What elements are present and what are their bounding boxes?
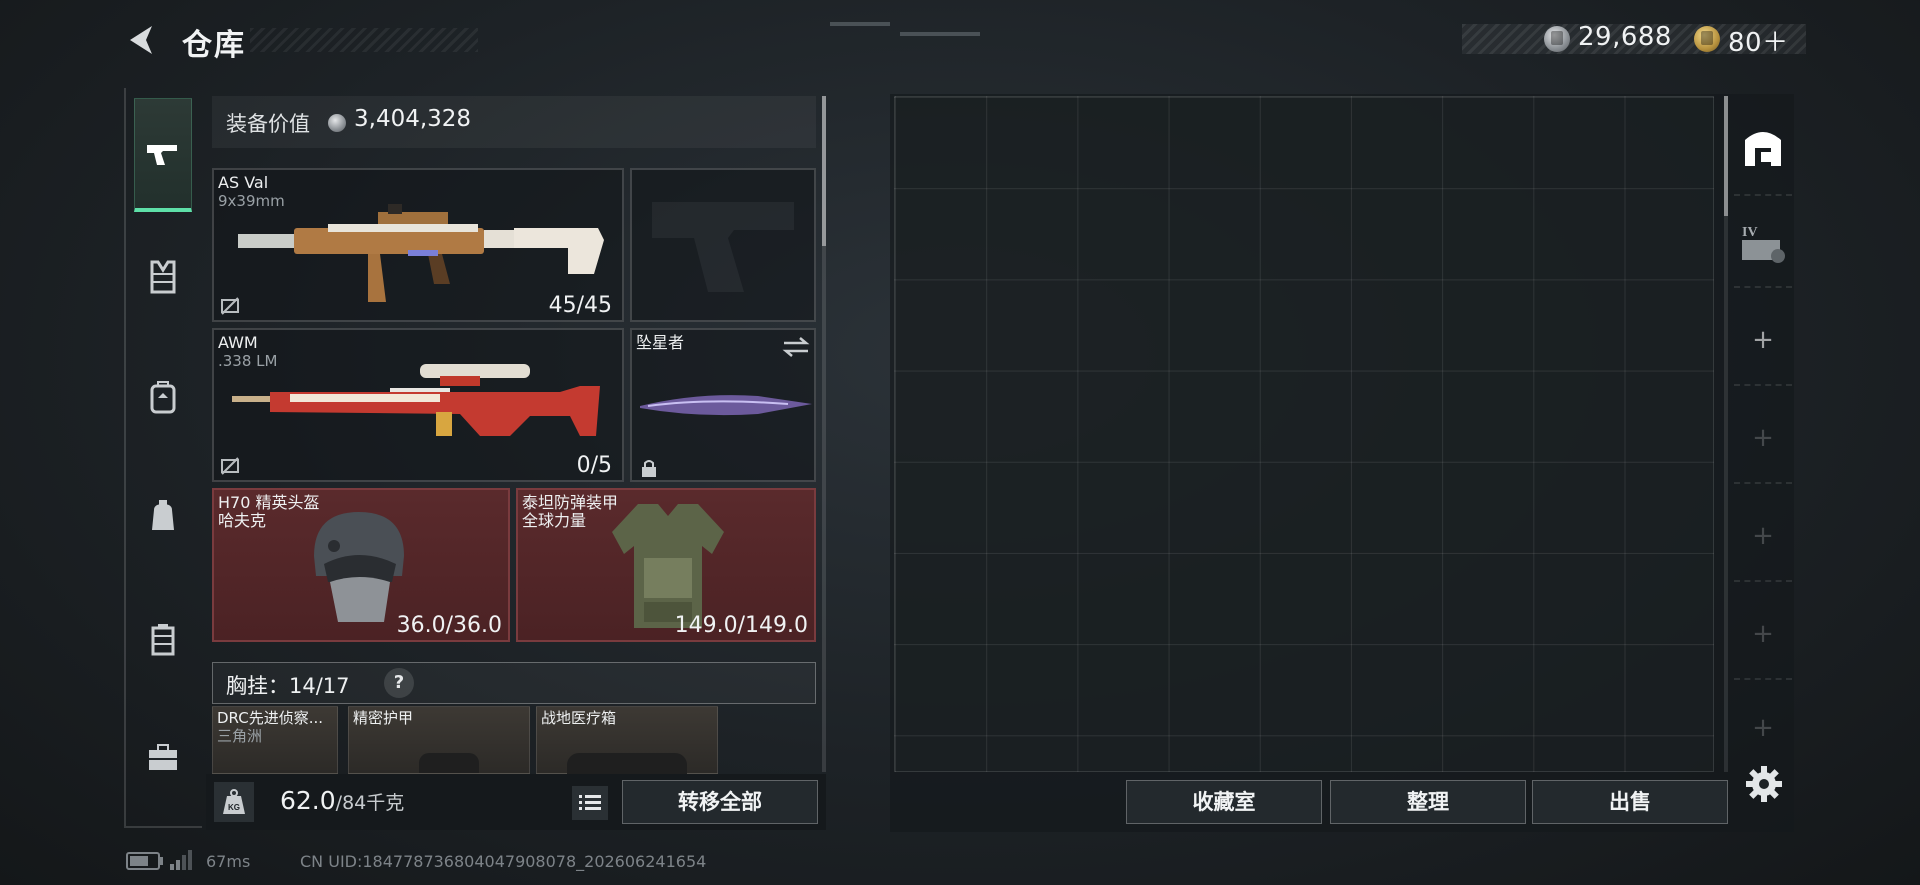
no-attachment-icon bbox=[221, 457, 239, 475]
storage-scrollbar-thumb[interactable] bbox=[1724, 96, 1728, 216]
knife-icon bbox=[640, 395, 812, 416]
chest-rig-capacity: 14/17 bbox=[289, 674, 350, 698]
plus-icon: + bbox=[1752, 325, 1774, 355]
page-title: 仓库 bbox=[182, 28, 246, 63]
gold-currency-amount[interactable]: 80＋ bbox=[1728, 22, 1789, 59]
sniper-rifle-icon bbox=[232, 364, 600, 436]
storage-tab-add-1[interactable]: + bbox=[1734, 296, 1792, 386]
no-attachment-icon bbox=[221, 297, 239, 315]
chest-rig-label: 胸挂：14/17 bbox=[226, 674, 350, 698]
weapon-ammo-count: 0/5 bbox=[576, 453, 612, 478]
armor-brand: 全球力量 bbox=[522, 511, 587, 530]
chest-item-2[interactable]: 精密护甲 bbox=[348, 706, 530, 774]
silver-coin-icon bbox=[1544, 26, 1570, 52]
help-icon[interactable]: ? bbox=[384, 668, 414, 698]
storage-grid[interactable] bbox=[894, 96, 1714, 772]
collection-room-button[interactable]: 收藏室 bbox=[1126, 780, 1322, 824]
settings-gear-icon[interactable] bbox=[1744, 764, 1784, 804]
weight-icon: KG bbox=[214, 782, 254, 822]
armor-plate-icon bbox=[419, 753, 479, 773]
rail-tab-chest-rig[interactable] bbox=[134, 248, 192, 306]
pistol-icon bbox=[147, 144, 177, 165]
transfer-all-button[interactable]: 转移全部 bbox=[622, 780, 818, 824]
item-name: DRC先进侦察... bbox=[217, 709, 324, 727]
storage-tab-add-2[interactable]: + bbox=[1734, 394, 1792, 484]
melee-slot[interactable]: 坠星者 bbox=[630, 328, 816, 482]
equipment-value-amount: 3,404,328 bbox=[354, 106, 472, 132]
helmet-icon bbox=[314, 512, 404, 622]
storage-tab-add-4[interactable]: + bbox=[1734, 590, 1792, 680]
gold-coin-icon bbox=[1694, 26, 1720, 52]
battery-tip bbox=[160, 857, 163, 865]
title-decoration bbox=[250, 28, 478, 52]
weight-readout: 62.0/84千克 bbox=[280, 786, 404, 815]
rail-tab-safe-box[interactable] bbox=[134, 728, 192, 786]
plus-icon: + bbox=[1752, 619, 1774, 649]
backpack-icon bbox=[150, 381, 176, 414]
helmet-brand: 哈夫克 bbox=[218, 511, 267, 530]
silver-coin-icon bbox=[328, 114, 346, 132]
item-name: 战地医疗箱 bbox=[541, 709, 617, 727]
item-brand: 三角洲 bbox=[217, 727, 263, 745]
pistol-placeholder-icon bbox=[652, 202, 794, 292]
sell-button[interactable]: 出售 bbox=[1532, 780, 1728, 824]
vest-icon bbox=[150, 260, 176, 294]
ping-text: 67ms bbox=[206, 852, 251, 871]
weapon-name: AWM bbox=[218, 333, 258, 352]
top-decoration bbox=[830, 22, 980, 36]
list-view-button[interactable] bbox=[572, 786, 608, 820]
storage-tab-add-3[interactable]: + bbox=[1734, 492, 1792, 582]
organize-button[interactable]: 整理 bbox=[1330, 780, 1526, 824]
helmet-durability: 36.0/36.0 bbox=[396, 613, 502, 638]
briefcase-icon bbox=[149, 744, 177, 770]
storage-tab-1[interactable] bbox=[1734, 100, 1792, 196]
plus-icon: + bbox=[1752, 521, 1774, 551]
bag-icon bbox=[152, 500, 174, 530]
rail-tab-weapons[interactable] bbox=[134, 98, 192, 212]
plus-icon: + bbox=[1752, 423, 1774, 453]
back-button[interactable] bbox=[124, 22, 160, 58]
armor-durability: 149.0/149.0 bbox=[674, 613, 808, 638]
rail-tab-pouch[interactable] bbox=[134, 610, 192, 668]
equipment-scrollbar-thumb[interactable] bbox=[822, 96, 826, 246]
plus-icon: + bbox=[1752, 713, 1774, 743]
silver-currency-amount: 29,688 bbox=[1578, 22, 1672, 52]
melee-name: 坠星者 bbox=[636, 333, 685, 352]
armor-name: 泰坦防弹装甲 bbox=[522, 493, 619, 512]
primary-weapon-slot[interactable]: AS Val 9x39mm 45/45 bbox=[212, 168, 624, 322]
swap-icon[interactable] bbox=[782, 336, 810, 358]
storage-tab-add-5[interactable]: + bbox=[1734, 688, 1792, 768]
chest-item-3[interactable]: 战地医疗箱 bbox=[536, 706, 718, 775]
list-icon bbox=[579, 795, 601, 810]
rail-tab-backpack[interactable] bbox=[134, 368, 192, 426]
weight-max: /84千克 bbox=[335, 792, 405, 814]
medkit-icon bbox=[567, 753, 687, 775]
warehouse-icon bbox=[1745, 132, 1781, 166]
storage-container-icon: IV bbox=[1742, 225, 1785, 263]
lock-icon bbox=[642, 460, 656, 477]
battery-icon bbox=[126, 852, 160, 870]
secondary-weapon-slot[interactable]: AWM .338 LM 0/5 bbox=[212, 328, 624, 482]
rail-tab-bag[interactable] bbox=[134, 486, 192, 544]
assault-rifle-icon bbox=[238, 204, 604, 302]
storage-tab-2[interactable]: IV bbox=[1734, 198, 1792, 288]
armor-slot[interactable]: 泰坦防弹装甲 全球力量 149.0/149.0 bbox=[516, 488, 816, 642]
equipment-value-label: 装备价值 bbox=[226, 112, 310, 136]
uid-text: CN UID:1847787368040479080​78_2026062416… bbox=[300, 852, 707, 871]
chest-item-1[interactable]: DRC先进侦察... 三角洲 bbox=[212, 706, 338, 774]
weight-current: 62.0 bbox=[280, 786, 336, 815]
storage-tier-label: IV bbox=[1742, 225, 1758, 240]
pouch-icon bbox=[151, 624, 175, 656]
kg-label: KG bbox=[228, 803, 240, 812]
signal-icon bbox=[170, 850, 192, 870]
item-name: 精密护甲 bbox=[353, 709, 414, 727]
helmet-slot[interactable]: H70 精英头盔 哈夫克 36.0/36.0 bbox=[212, 488, 510, 642]
pistol-slot[interactable] bbox=[630, 168, 816, 322]
weapon-ammo-count: 45/45 bbox=[548, 293, 612, 318]
